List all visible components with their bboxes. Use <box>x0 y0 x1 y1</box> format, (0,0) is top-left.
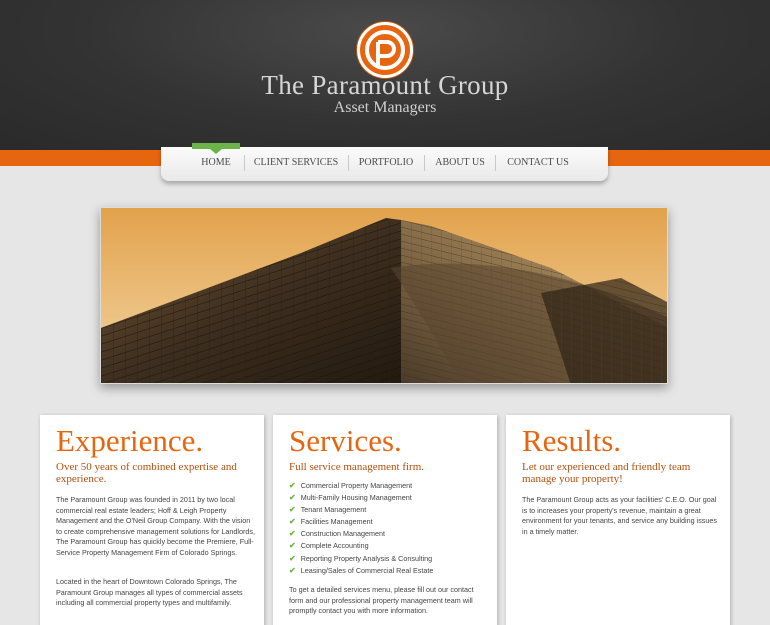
check-icon: ✔ <box>289 505 296 515</box>
header: The Paramount Group Asset Managers <box>0 0 770 150</box>
services-column: Services. Full service management firm. … <box>273 415 497 625</box>
list-item-label: Multi-Family Housing Management <box>300 493 412 503</box>
logo-p-mark <box>365 30 405 70</box>
nav-divider <box>348 155 349 171</box>
services-list: ✔ Commercial Property Management ✔ Multi-F… <box>289 480 489 577</box>
results-paragraph: The Paramount Group acts as your facilit… <box>522 495 717 536</box>
brand-name: The Paramount Group <box>261 70 509 100</box>
nav-divider <box>424 155 425 171</box>
check-icon: ✔ <box>289 517 296 527</box>
list-item: ✔ Commercial Property Management <box>289 480 489 492</box>
check-icon: ✔ <box>289 541 296 551</box>
list-item-label: Complete Accounting <box>300 541 369 551</box>
results-subheading: Let our experienced and friendly team ma… <box>522 461 691 485</box>
list-item-label: Leasing/Sales of Commercial Real Estate <box>300 565 434 575</box>
check-icon: ✔ <box>289 565 296 575</box>
list-item: ✔ Multi-Family Housing Management <box>289 492 489 504</box>
list-item-label: Tenant Management <box>300 505 367 515</box>
nav-divider <box>495 155 496 171</box>
nav-home[interactable]: HOME <box>190 147 242 179</box>
nav-divider <box>244 155 245 171</box>
experience-paragraph: The Paramount Group was founded in 2011 … <box>56 495 255 557</box>
list-item-label: Commercial Property Management <box>300 481 413 490</box>
experience-subheading: Over 50 years of combined expertise and … <box>56 461 237 485</box>
check-icon: ✔ <box>289 481 296 490</box>
nav-about-us[interactable]: ABOUT US <box>432 147 488 179</box>
check-icon: ✔ <box>289 529 296 539</box>
check-icon: ✔ <box>289 493 296 503</box>
list-item-label: Facilities Management <box>300 517 373 527</box>
services-subheading: Full service management firm. <box>289 461 425 473</box>
office-tower-photo <box>101 208 667 383</box>
services-paragraph: To get a detailed services menu, please … <box>289 585 474 615</box>
check-icon: ✔ <box>289 553 296 563</box>
nav-client-services[interactable]: CLIENT SERVICES <box>250 147 342 179</box>
nav-contact-us[interactable]: CONTACT US <box>503 147 573 179</box>
experience-paragraph: Located in the heart of Downtown Colorad… <box>56 577 243 607</box>
nav-portfolio[interactable]: PORTFOLIO <box>355 147 417 179</box>
list-item: ✔ Reporting Property Analysis & Consultin… <box>289 553 489 565</box>
list-item: ✔ Leasing/Sales of Commercial Real Estate <box>289 565 489 577</box>
list-item: ✔ Facilities Management <box>289 516 489 528</box>
list-item: ✔ Tenant Management <box>289 504 489 516</box>
list-item-label: Construction Management <box>300 529 386 539</box>
brand-subtitle: Asset Managers <box>333 99 437 116</box>
experience-column: Experience. Over 50 years of combined ex… <box>40 415 264 625</box>
experience-heading: Experience. <box>56 423 204 458</box>
list-item-label: Reporting Property Analysis & Consulting <box>300 553 433 563</box>
results-column: Results. Let our experienced and friendl… <box>506 415 730 625</box>
list-item: ✔ Complete Accounting <box>289 540 489 552</box>
results-heading: Results. <box>522 423 622 458</box>
hero-image <box>100 207 668 384</box>
list-item: ✔ Construction Management <box>289 528 489 540</box>
services-heading: Services. <box>289 423 402 458</box>
